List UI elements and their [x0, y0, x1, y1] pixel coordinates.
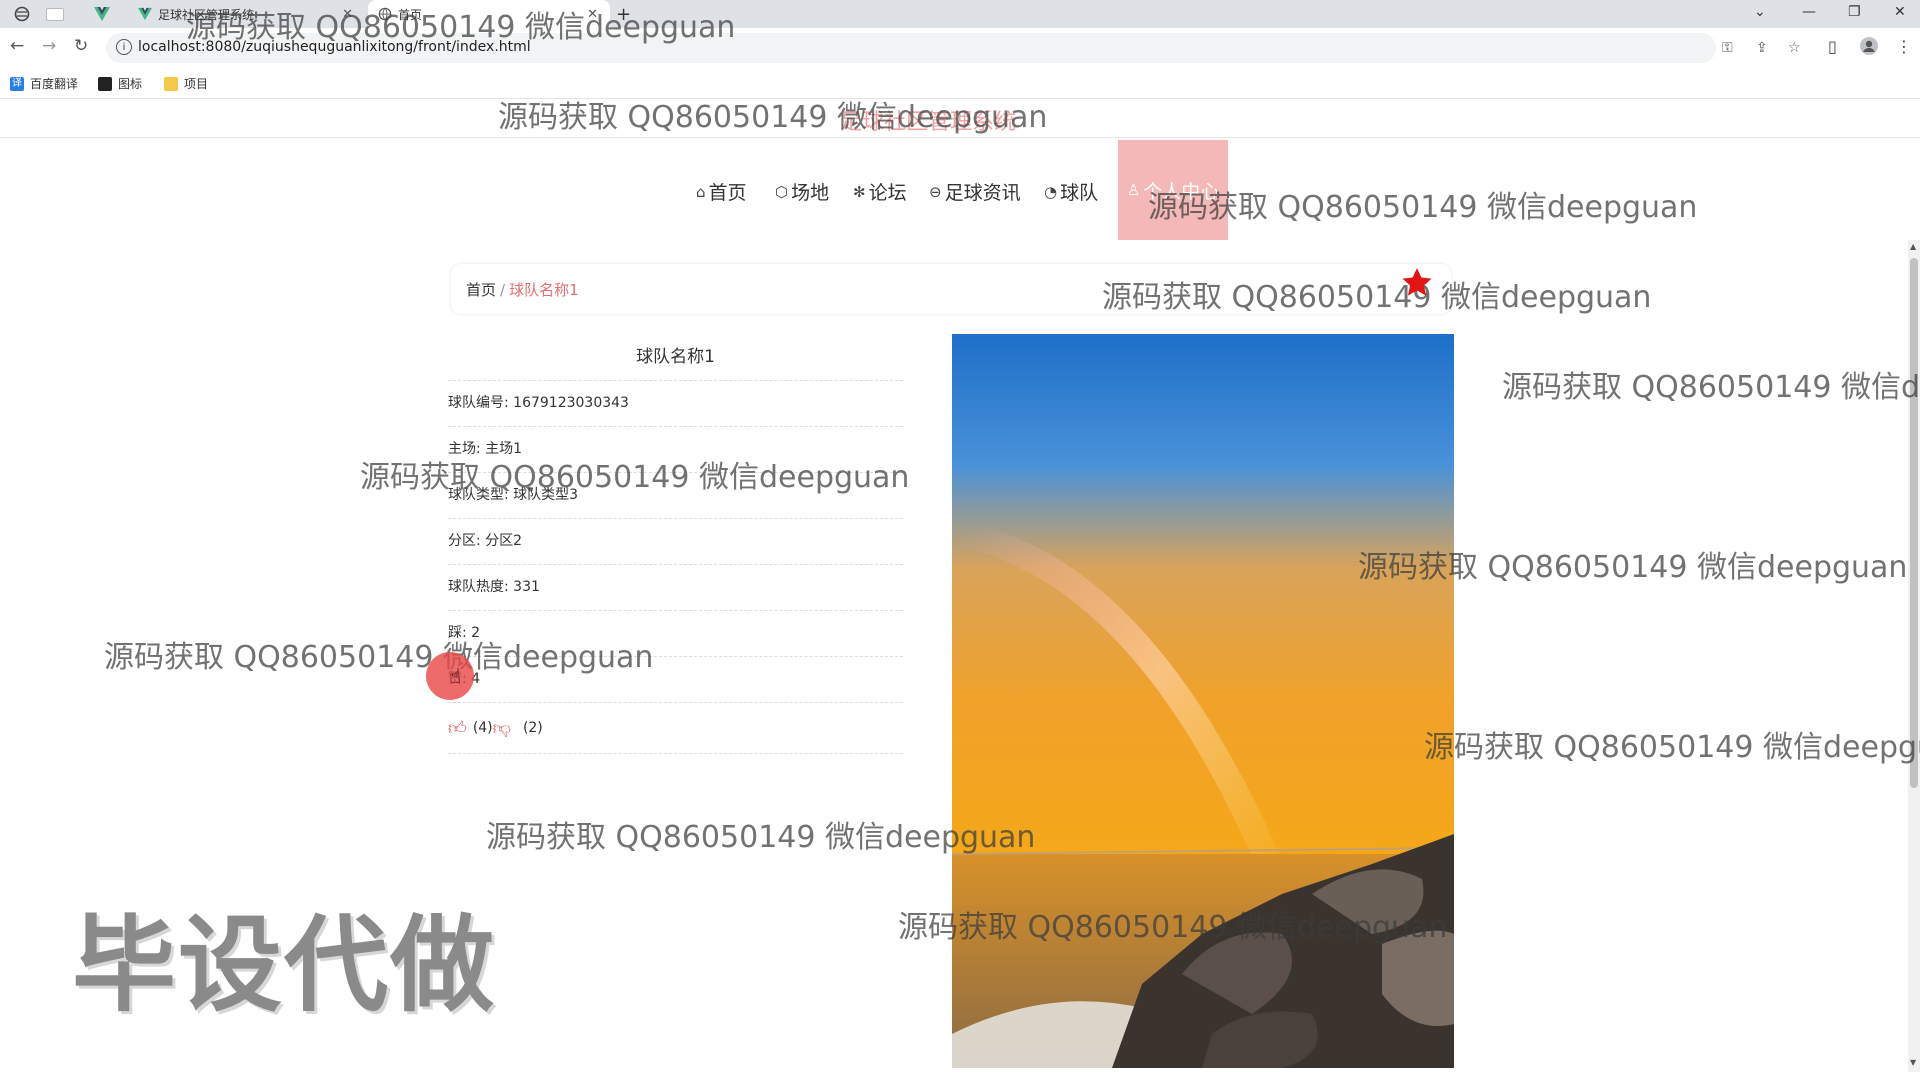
- gauge-icon: ◔: [1044, 182, 1058, 201]
- team-detail-panel: 球队名称1 球队编号: 1679123030343 主场: 主场1 球队类型: …: [448, 334, 903, 754]
- watermark-text: 源码获取 QQ86050149 微信deepguan: [498, 100, 1048, 135]
- bookmark-icons[interactable]: 图标: [98, 75, 142, 92]
- side-panel-icon[interactable]: ▯: [1828, 37, 1837, 56]
- nav-forum[interactable]: ✻ 论坛: [853, 178, 907, 205]
- vue-logo-icon: [94, 7, 110, 21]
- bookmark-star-icon[interactable]: ☆: [1788, 40, 1801, 56]
- scroll-up-arrow-icon[interactable]: ▲: [1910, 242, 1916, 251]
- sunset-beach-image: [952, 334, 1454, 1068]
- thumbs-up-icon[interactable]: 👍︎: [448, 717, 467, 739]
- folder-icon: [164, 76, 178, 91]
- blank-page-icon: [46, 7, 64, 21]
- breadcrumb-separator: /: [500, 281, 506, 299]
- breadcrumb-home-link[interactable]: 首页: [466, 281, 496, 299]
- field-label: 球队编号: [448, 395, 504, 411]
- team-field-row: 球队热度: 331: [448, 565, 903, 611]
- forward-arrow-icon[interactable]: →: [42, 36, 56, 56]
- banner-watermark: 毕设代做: [72, 904, 497, 1026]
- watermark-text: 源码获取 QQ86050149 微信deepguan: [186, 10, 736, 45]
- bookmark-baidu-translate[interactable]: 译 百度翻译: [10, 75, 78, 92]
- scroll-down-arrow-icon[interactable]: ▼: [1910, 1058, 1916, 1067]
- hand-cursor-icon: ☝: [449, 664, 462, 688]
- watermark-text: 源码获取 QQ86050149 微信deepguan: [898, 910, 1448, 945]
- back-arrow-icon[interactable]: ←: [10, 36, 24, 56]
- reload-icon[interactable]: ↻: [74, 36, 88, 56]
- watermark-text: 源码获取 QQ86050149 微信deepguan: [104, 640, 654, 675]
- star-marker-icon: [1402, 268, 1432, 296]
- site-info-icon[interactable]: i: [116, 39, 132, 55]
- team-name-heading: 球队名称1: [448, 334, 903, 381]
- team-photo: [952, 334, 1454, 1068]
- nav-label: 足球资讯: [944, 182, 1021, 204]
- tab-blank[interactable]: [46, 0, 70, 28]
- nav-football-news[interactable]: ⊖ 足球资讯: [929, 178, 1021, 205]
- watermark-text: 源码获取 QQ86050149 微信deepguan: [1358, 550, 1908, 585]
- nav-label: 球队: [1060, 182, 1099, 204]
- thumbs-down-icon[interactable]: 👎︎: [493, 717, 511, 739]
- close-window-icon[interactable]: ✕: [1894, 4, 1906, 20]
- field-label: 球队热度: [448, 579, 504, 595]
- profile-avatar-icon[interactable]: [1860, 37, 1878, 59]
- nav-label: 场地: [791, 182, 830, 204]
- watermark-text: 源码获取 QQ86050149 微信deepguan: [360, 460, 910, 495]
- watermark-text: 源码获取 QQ86050149 微信deepguan: [486, 820, 1036, 855]
- restore-window-icon[interactable]: ❐: [1848, 4, 1861, 20]
- news-icon: ⊖: [929, 182, 942, 201]
- field-label: 分区: [448, 533, 476, 549]
- watermark-text: 源码获取 QQ86050149 微信deepguan: [1102, 280, 1652, 315]
- team-field-row: 分区: 分区2: [448, 519, 903, 565]
- home-icon: ⌂: [696, 182, 706, 201]
- breadcrumb: 首页 / 球队名称1: [466, 279, 579, 300]
- watermark-text: 源码获取 QQ86050149 微信deepguan: [1424, 730, 1920, 765]
- bookmark-label: 项目: [184, 77, 209, 91]
- tab-vue-app[interactable]: [94, 0, 110, 28]
- nav-label: 首页: [708, 182, 747, 204]
- key-icon[interactable]: ⚿: [1722, 40, 1733, 56]
- field-value: 331: [513, 579, 540, 595]
- vue-logo-icon: [138, 7, 152, 21]
- watermark-text: 源码获取 QQ86050149 微信deepguan: [1148, 190, 1698, 225]
- bookmark-label: 百度翻译: [30, 77, 79, 91]
- breadcrumb-current: 球队名称1: [509, 281, 579, 299]
- cube-icon: ⬡: [775, 182, 789, 201]
- dislike-count: (2): [522, 720, 543, 736]
- team-field-row: 球队编号: 1679123030343: [448, 381, 903, 427]
- watermark-text: 源码获取 QQ86050149 微信deepguan: [1502, 370, 1920, 405]
- scrollbar-thumb[interactable]: [1910, 258, 1918, 788]
- vote-row: 👍︎ (4) 👎︎ (2): [448, 703, 903, 754]
- header-divider: [0, 137, 1920, 138]
- snowflake-icon: ✻: [853, 182, 866, 201]
- browser-menu-icon[interactable]: [14, 0, 30, 28]
- bookmark-label: 图标: [118, 77, 143, 91]
- nav-team[interactable]: ◔ 球队: [1044, 178, 1098, 205]
- nav-venue[interactable]: ⬡ 场地: [775, 178, 829, 205]
- translate-icon: 译: [10, 76, 24, 91]
- user-icon: ♙: [1126, 181, 1141, 199]
- image-icon: [98, 76, 112, 91]
- field-value: 1679123030343: [513, 395, 629, 411]
- share-icon[interactable]: ⇪: [1756, 40, 1768, 56]
- tab-search-chevron-icon[interactable]: ⌄: [1754, 4, 1766, 20]
- bookmark-projects[interactable]: 项目: [164, 75, 208, 92]
- minimize-window-icon[interactable]: —: [1802, 4, 1816, 20]
- nav-home[interactable]: ⌂ 首页: [696, 178, 747, 205]
- like-count: (4): [472, 720, 493, 736]
- field-value: 分区2: [485, 533, 523, 549]
- nav-label: 论坛: [868, 182, 907, 204]
- browser-menu-kebab-icon[interactable]: ⋮: [1896, 37, 1912, 56]
